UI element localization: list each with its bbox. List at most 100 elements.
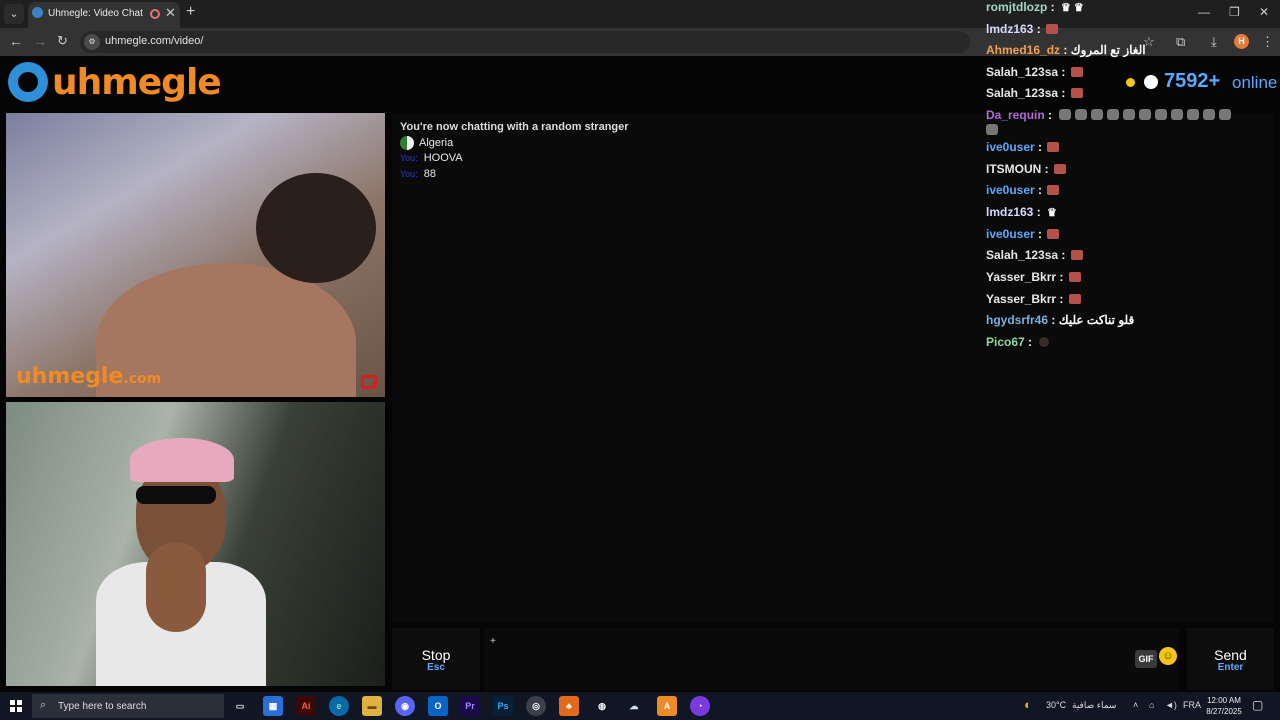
address-bar[interactable]: ⚙ uhmegle.com/video/ (80, 31, 970, 53)
page-content: uhmegle 7592+ online uhmegle.com You're … (0, 0, 1280, 692)
overlay-chat-row: ive0user : (986, 140, 1060, 154)
logo-text: uhmegle (52, 62, 222, 103)
chat-status: You're now chatting with a random strang… (400, 121, 629, 133)
overlay-chat-user: Salah_123sa (986, 86, 1059, 100)
crown-emote-icon: ♛ (1047, 207, 1057, 219)
self-video (6, 402, 385, 686)
photoshop-icon[interactable]: Ps (493, 696, 513, 716)
menu-dots-icon[interactable]: ⋮ (1261, 34, 1274, 50)
windows-start-icon[interactable] (10, 700, 22, 712)
cat-emote-icon (1091, 109, 1104, 120)
notifications-icon[interactable]: ▢ (1252, 698, 1263, 712)
overlay-chat-separator: : (1034, 140, 1046, 154)
overlay-chat-user: Da_requin (986, 108, 1045, 122)
chrome-icon[interactable]: ◎ (526, 696, 546, 716)
tray-chevron-icon[interactable]: ˄ (1133, 700, 1138, 710)
taskbar-search[interactable]: ⌕ Type here to search (32, 694, 224, 718)
message-text: HOOVA (423, 152, 463, 164)
search-icon: ⌕ (40, 699, 47, 711)
report-flag-icon[interactable] (361, 375, 377, 389)
forward-icon[interactable]: → (33, 33, 47, 49)
steam-icon[interactable]: ☁ (624, 696, 644, 716)
overlay-chat-row: Salah_123sa : (986, 65, 1083, 79)
chat-message: You: 88 (400, 168, 436, 180)
self-sunglasses (136, 486, 216, 504)
emoji-icon[interactable]: ☺ (1159, 647, 1177, 665)
send-button[interactable]: Send Enter (1187, 628, 1274, 690)
stop-button[interactable]: Stop Esc (392, 628, 480, 690)
overlay-chat-row: lmdz163 : (986, 22, 1059, 36)
online-count: 7592+ (1164, 70, 1221, 92)
address-url: uhmegle.com/video/ (105, 35, 204, 47)
video-watermark: uhmegle.com (16, 364, 161, 389)
message-input[interactable] (484, 628, 1179, 690)
weather-temp: 30°C (1046, 700, 1067, 710)
overlay-chat-separator: : (1034, 183, 1046, 197)
send-shortcut: Enter (1217, 662, 1244, 673)
cat-emote-icon (1187, 109, 1200, 120)
close-window-icon[interactable]: ✕ (1259, 5, 1269, 19)
emote-icon (1046, 24, 1059, 34)
overlay-chat-row: ive0user : (986, 183, 1060, 197)
avast-icon[interactable]: A (657, 696, 677, 716)
premiere-icon[interactable]: Pr (460, 696, 480, 716)
overlay-chat-separator: : (1033, 205, 1045, 219)
tab-search-button[interactable]: ⌄ (4, 4, 24, 24)
stop-shortcut: Esc (427, 662, 445, 673)
cat-emote-icon (1219, 109, 1232, 120)
emote-icon (1068, 272, 1081, 282)
discord-icon[interactable]: ◉ (395, 696, 415, 716)
new-tab-button[interactable]: + (186, 3, 195, 21)
restore-icon[interactable]: ❐ (1229, 5, 1240, 19)
close-tab-icon[interactable]: ✕ (165, 5, 176, 21)
minimize-icon[interactable]: — (1198, 5, 1210, 19)
overlay-chat-user: lmdz163 (986, 205, 1034, 219)
browser-tab[interactable]: Uhmegle: Video Chat | Ome ✕ (28, 2, 180, 28)
overlay-chat-separator: : (1058, 65, 1069, 79)
stop-label: Stop (421, 647, 451, 663)
overlay-chat-row: lmdz163 : ♛ (986, 205, 1057, 219)
text-cursor-icon: + (490, 636, 496, 647)
overlay-chat-separator: : (1056, 292, 1067, 306)
overlay-chat-separator: : (1033, 22, 1045, 36)
algeria-flag-icon (400, 136, 414, 150)
uhmegle-logo[interactable]: uhmegle (8, 62, 222, 103)
network-icon[interactable]: ⌂ (1149, 700, 1154, 710)
browser-tab-bar: ⌄ Uhmegle: Video Chat | Ome ✕ + — ❐ ✕ (0, 0, 1280, 28)
overlay-chat-separator: : (1056, 270, 1067, 284)
weather-text: سماء صافية (1072, 700, 1117, 710)
messenger-icon[interactable]: ◔ (690, 696, 710, 716)
theme-toggle-icon[interactable] (1144, 75, 1158, 89)
watermark-domain: .com (123, 371, 162, 387)
obs-icon[interactable]: ◍ (592, 696, 612, 716)
logo-mark-icon (8, 62, 48, 102)
crown-emote-icon: ♛ (1073, 2, 1084, 14)
status-dot-icon (1126, 78, 1135, 87)
watermark-name: uhmegle (16, 364, 124, 389)
file-explorer-icon[interactable]: ▬ (362, 696, 382, 716)
illustrator-icon[interactable]: Ai (296, 696, 316, 716)
extensions-icon[interactable]: ⧉ (1176, 34, 1185, 50)
edge-icon[interactable]: e (329, 696, 349, 716)
gif-button[interactable]: GIF (1135, 650, 1157, 668)
store-icon[interactable]: ▦ (263, 696, 283, 716)
tab-title: Uhmegle: Video Chat | Ome (48, 8, 146, 19)
overlay-chat-row: Pico67 : (986, 335, 1050, 349)
emote-icon (1070, 250, 1083, 260)
volume-icon[interactable]: ◄) (1165, 700, 1177, 710)
download-icon[interactable]: ⤓ (1211, 34, 1217, 50)
message-text: 88 (423, 168, 436, 180)
reload-icon[interactable]: ↻ (57, 33, 68, 49)
site-info-icon[interactable]: ⚙ (84, 34, 100, 50)
taskbar-clock[interactable]: 12:00 AM 8/27/2025 (1200, 695, 1248, 717)
cat-emote-icon (986, 124, 998, 135)
fl-studio-icon[interactable]: ♣ (559, 696, 579, 716)
overlay-chat-user: hgydsrfr46 (986, 313, 1049, 327)
profile-avatar[interactable]: H (1234, 34, 1249, 49)
overlay-chat-separator: : (1058, 86, 1069, 100)
outlook-icon[interactable]: O (428, 696, 448, 716)
back-icon[interactable]: ← (9, 33, 23, 49)
task-view-icon[interactable]: ▭ (230, 696, 250, 716)
weather-icon[interactable]: ◐ (1024, 697, 1032, 712)
language-indicator[interactable]: FRA (1183, 700, 1201, 710)
